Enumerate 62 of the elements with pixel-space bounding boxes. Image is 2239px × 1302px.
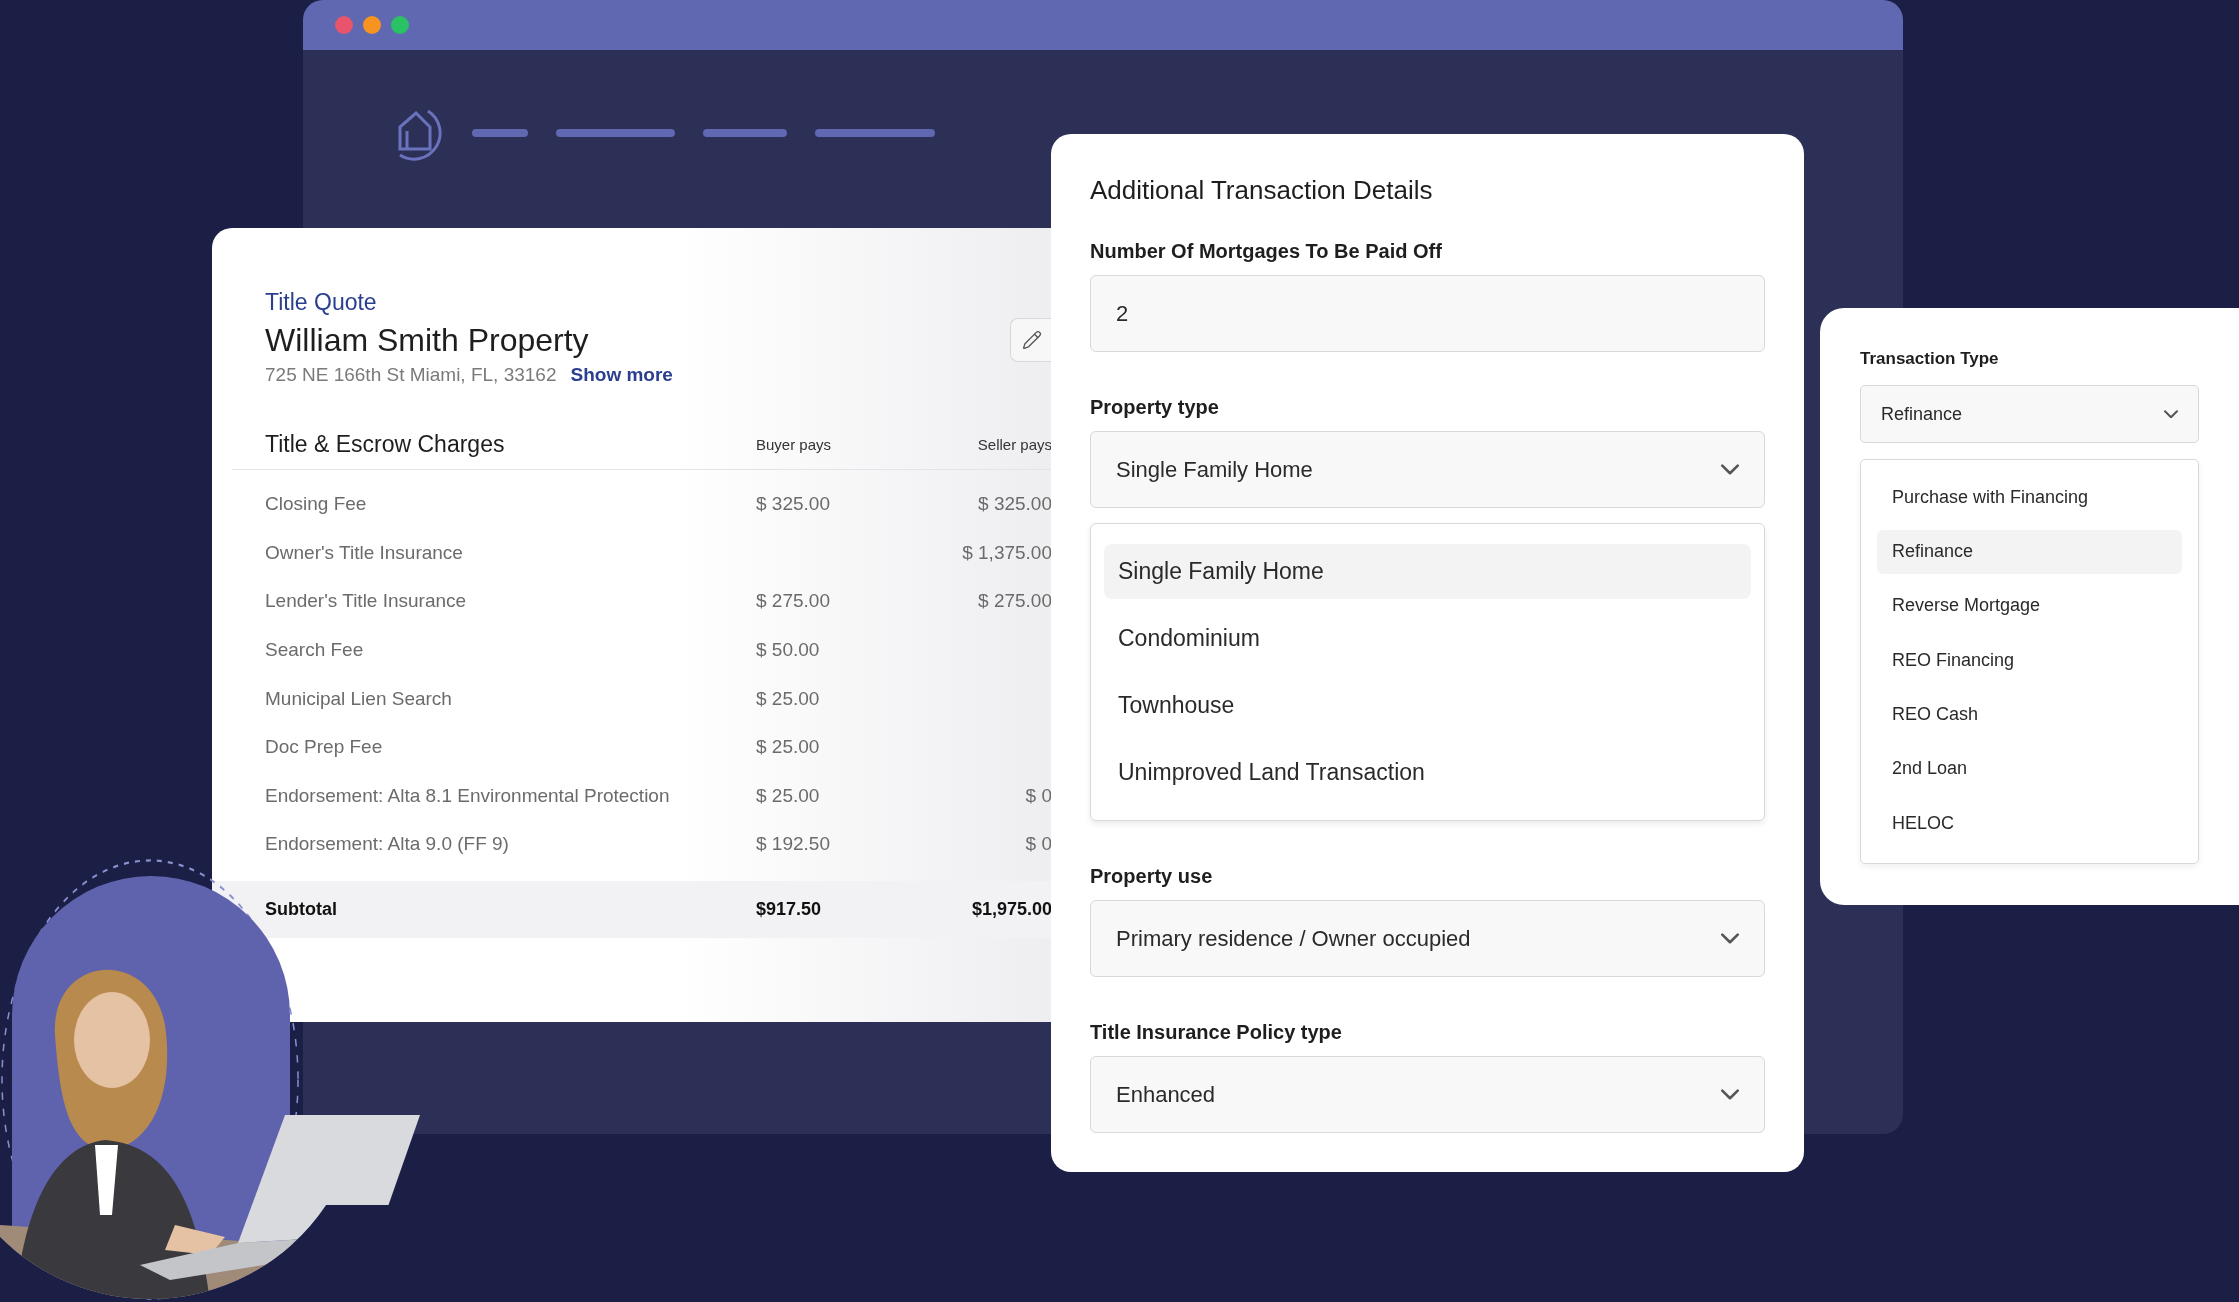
field-label: Property type: [1090, 395, 1220, 419]
seller-amount: $ 0: [1025, 833, 1052, 855]
charge-label: Doc Prep Fee: [265, 736, 384, 759]
dropdown-option[interactable]: HELOC: [1877, 801, 2182, 845]
dropdown-option[interactable]: Townhouse: [1104, 678, 1751, 733]
property-title: William Smith Property: [265, 321, 590, 360]
dropdown-option[interactable]: Single Family Home: [1104, 544, 1751, 599]
buyer-amount: $ 50.00: [756, 639, 820, 661]
dropdown-option[interactable]: Condominium: [1104, 611, 1751, 666]
column-header: Buyer pays: [756, 436, 833, 453]
card-title: Additional Transaction Details: [1090, 174, 1434, 206]
charge-label: Owner's Title Insurance: [265, 541, 464, 564]
seller-amount: $ 325.00: [978, 493, 1052, 515]
select-field[interactable]: Single Family Home: [1090, 431, 1765, 508]
seller-amount: $ 1,375.00: [962, 541, 1052, 563]
buyer-subtotal: $917.50: [756, 898, 822, 919]
charge-label: Lender's Title Insurance: [265, 590, 468, 613]
select-field[interactable]: Primary residence / Owner occupied: [1090, 900, 1765, 977]
seller-amount: $ 275.00: [978, 590, 1052, 612]
select-field[interactable]: Enhanced: [1090, 1056, 1765, 1133]
dropdown-option[interactable]: REO Financing: [1877, 638, 2182, 683]
table-title: Title & Escrow Charges: [265, 431, 506, 458]
buyer-amount: $ 25.00: [756, 736, 820, 758]
dropdown-option[interactable]: Purchase with Financing: [1877, 475, 2182, 520]
window-control-icon[interactable]: [335, 16, 353, 34]
pencil-icon: [1021, 330, 1042, 350]
subtotal-label: Subtotal: [265, 898, 338, 920]
field-label: Property use: [1090, 864, 1214, 888]
card-eyebrow: Title Quote: [265, 288, 378, 316]
field-label: Transaction Type: [1860, 349, 2000, 369]
charge-label: Endorsement: Alta 9.0 (FF 9): [265, 833, 510, 856]
charge-label: Closing Fee: [265, 493, 368, 516]
charge-label: Municipal Lien Search: [265, 687, 453, 710]
dropdown-option[interactable]: REO Cash: [1877, 692, 2182, 737]
dropdown-option[interactable]: Reverse Mortgage: [1877, 583, 2182, 628]
charge-label: Endorsement: Alta 8.1 Environmental Protection: [265, 784, 671, 807]
field-label: Number Of Mortgages To Be Paid Off: [1090, 239, 1443, 263]
dropdown-option[interactable]: Refinance: [1877, 529, 2182, 574]
buyer-amount: $ 192.50: [756, 833, 830, 855]
charge-label: Search Fee: [265, 639, 365, 662]
edit-button[interactable]: [1010, 318, 1052, 362]
seller-subtotal: $1,975.00: [971, 898, 1052, 919]
window-control-icon[interactable]: [363, 16, 381, 34]
property-address: 725 NE 166th St Miami, FL, 33162: [265, 364, 557, 386]
chevron-down-icon: [2164, 409, 2178, 419]
column-header: Seller pays: [977, 435, 1052, 453]
field-label: Title Insurance Policy type: [1090, 1020, 1343, 1044]
chevron-down-icon: [1721, 933, 1739, 944]
select-field[interactable]: Refinance: [1860, 385, 2199, 444]
buyer-amount: $ 25.00: [756, 784, 820, 806]
chevron-down-icon: [1721, 1089, 1739, 1100]
chevron-down-icon: [1721, 464, 1739, 475]
dropdown-option[interactable]: 2nd Loan: [1877, 746, 2182, 791]
buyer-amount: $ 25.00: [756, 687, 820, 709]
dropdown-option[interactable]: Unimproved Land Transaction: [1104, 745, 1751, 800]
show-more-link[interactable]: Show more: [570, 364, 673, 386]
buyer-amount: $ 275.00: [756, 590, 830, 612]
window-control-icon[interactable]: [391, 16, 409, 34]
nav-placeholder-line: [472, 129, 528, 137]
buyer-amount: $ 325.00: [756, 493, 830, 515]
input-field[interactable]: 2: [1090, 275, 1765, 352]
seller-amount: $ 0: [1025, 784, 1052, 806]
